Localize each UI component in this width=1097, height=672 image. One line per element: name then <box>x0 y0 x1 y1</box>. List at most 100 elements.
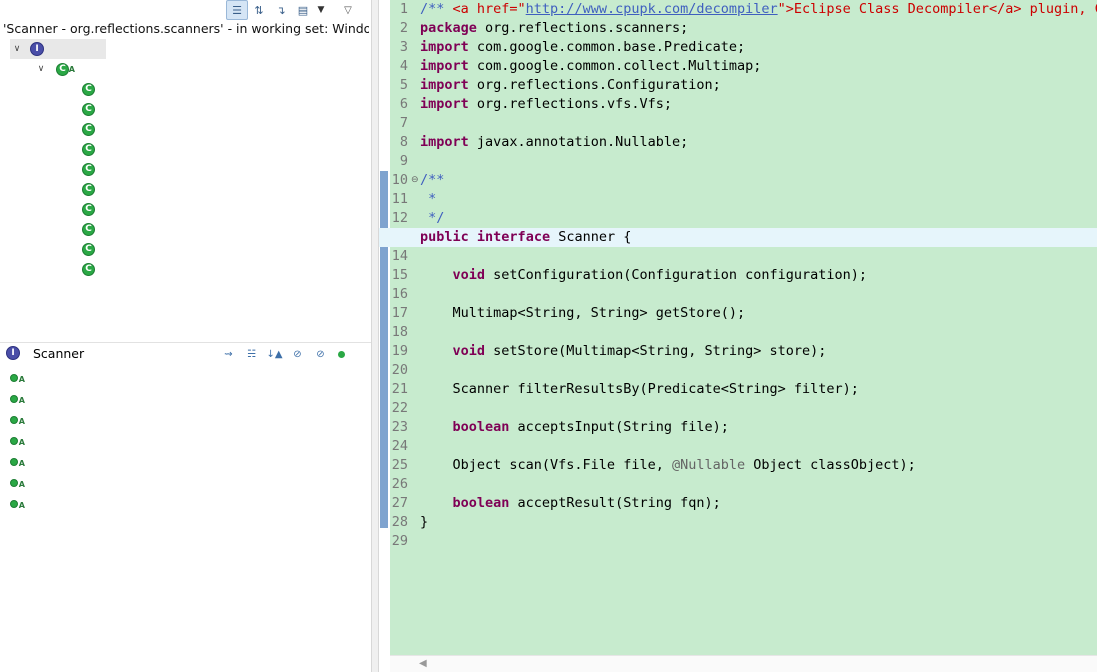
member-item[interactable]: A <box>10 367 31 388</box>
tree-item-class[interactable]: C <box>82 79 107 99</box>
member-item[interactable]: A <box>10 451 31 472</box>
code-token: javax.annotation.Nullable; <box>476 134 689 150</box>
type-hierarchy-icon[interactable]: ☰ <box>226 0 248 20</box>
line-number: 24 <box>391 438 408 454</box>
code-token: Object scan(Vfs.File file, <box>420 457 672 473</box>
sort-members-icon[interactable]: ↓▲ <box>263 344 286 364</box>
code-token: * <box>420 191 437 207</box>
scroll-left-icon[interactable]: ◀ <box>419 658 427 669</box>
code-line[interactable]: import javax.annotation.Nullable; <box>420 133 688 152</box>
tree-item-class[interactable]: C <box>82 199 107 219</box>
line-number: 19 <box>391 343 408 359</box>
code-token: acceptsInput(String file); <box>509 419 729 435</box>
member-item[interactable]: A <box>10 388 31 409</box>
tree-item-class[interactable]: C <box>82 219 107 239</box>
panel-splitter[interactable] <box>371 0 379 672</box>
public-method-icon: A <box>10 415 25 426</box>
line-number: 11 <box>391 191 408 207</box>
code-token: import <box>420 39 477 55</box>
public-method-icon: A <box>10 394 25 405</box>
code-line[interactable]: /** <a href="http://www.cpupk.com/decomp… <box>420 0 1097 19</box>
history-list-icon[interactable]: ▤ <box>292 0 314 20</box>
member-item[interactable]: A <box>10 430 31 451</box>
line-number: 16 <box>391 286 408 302</box>
line-number: 26 <box>391 476 408 492</box>
hierarchy-title: 'Scanner - org.reflections.scanners' - i… <box>3 21 369 36</box>
collapse-icon[interactable]: ∨ <box>10 39 24 59</box>
overview-ruler <box>379 0 390 672</box>
code-token: void <box>452 267 486 283</box>
hide-nonpublic-icon[interactable] <box>338 350 345 358</box>
code-line[interactable]: boolean acceptsInput(String file); <box>420 418 729 437</box>
line-number: 27 <box>391 495 408 511</box>
line-number: 10 <box>391 172 408 188</box>
code-line[interactable]: Object scan(Vfs.File file, @Nullable Obj… <box>420 456 916 475</box>
members-title: Scanner <box>33 346 85 361</box>
code-line[interactable]: */ <box>420 209 444 228</box>
code-line[interactable]: /** <box>420 171 444 190</box>
member-item[interactable]: A <box>10 409 31 430</box>
line-number: 22 <box>391 400 408 416</box>
code-line[interactable]: * <box>420 190 436 209</box>
code-line[interactable]: Multimap<String, String> getStore(); <box>420 304 746 323</box>
tree-item-class[interactable]: C <box>82 179 107 199</box>
class-icon: C <box>82 182 95 196</box>
public-method-icon: A <box>10 373 25 384</box>
code-line[interactable]: } <box>420 513 428 532</box>
members-header: I Scanner ⇝ ☵ ↓▲ ⊘ ⊘ <box>0 342 371 364</box>
code-line[interactable]: void setStore(Multimap<String, String> s… <box>420 342 827 361</box>
code-line[interactable]: void setConfiguration(Configuration conf… <box>420 266 868 285</box>
tree-item-class[interactable]: C <box>82 159 107 179</box>
line-number: 17 <box>391 305 408 321</box>
code-line[interactable]: import com.google.common.base.Predicate; <box>420 38 745 57</box>
hide-static-icon[interactable]: ⊘ <box>309 344 332 364</box>
code-line[interactable]: package org.reflections.scanners; <box>420 19 688 38</box>
tree-item-abstract[interactable]: ∨ C A <box>34 59 81 79</box>
code-token: import <box>420 58 477 74</box>
line-number: 29 <box>391 533 408 549</box>
tree-item-class[interactable]: C <box>82 99 107 119</box>
subtype-hierarchy-icon[interactable]: ↴ <box>270 0 292 20</box>
supertype-hierarchy-icon[interactable]: ⇅ <box>248 0 270 20</box>
view-menu-icon[interactable]: ▽ <box>338 0 358 20</box>
hierarchy-toolbar: ☰ ⇅ ↴ ▤ ▼ ▽ <box>226 0 358 20</box>
code-line[interactable]: import org.reflections.Configuration; <box>420 76 721 95</box>
class-icon: C <box>82 122 95 136</box>
code-token: com.google.common.base.Predicate; <box>476 39 746 55</box>
collapse-icon[interactable]: ∨ <box>34 59 48 79</box>
dropdown-arrow-icon[interactable]: ▼ <box>314 0 328 20</box>
code-token: <a href=" <box>452 1 526 17</box>
class-icon: C <box>82 102 95 116</box>
show-inherited-icon[interactable]: ☵ <box>240 344 263 364</box>
code-line[interactable]: boolean acceptResult(String fqn); <box>420 494 721 513</box>
code-token: org.reflections.vfs.Vfs; <box>476 96 672 112</box>
code-area[interactable]: /** <a href="http://www.cpupk.com/decomp… <box>379 0 1097 655</box>
left-panel: ☰ ⇅ ↴ ▤ ▼ ▽ 'Scanner - org.reflections.s… <box>0 0 371 672</box>
hide-fields-icon[interactable]: ⊘ <box>286 344 309 364</box>
code-line[interactable]: public interface Scanner { <box>420 228 631 247</box>
class-icon: C <box>82 202 95 216</box>
code-token: acceptResult(String fqn); <box>509 495 721 511</box>
class-icon: C <box>82 82 95 96</box>
member-item[interactable]: A <box>10 493 31 514</box>
tree-item-class[interactable]: C <box>82 239 107 259</box>
tree-item-class[interactable]: C <box>82 119 107 139</box>
public-method-icon: A <box>10 478 25 489</box>
code-line[interactable]: import com.google.common.collect.Multima… <box>420 57 761 76</box>
fold-toggle-icon[interactable]: ⊖ <box>411 171 419 190</box>
code-token: } <box>420 514 429 530</box>
tree-item-root[interactable]: ∨ I <box>10 39 106 59</box>
code-token: org.reflections.scanners; <box>485 20 689 36</box>
line-number: 7 <box>399 115 408 131</box>
tree-item-class[interactable]: C <box>82 139 107 159</box>
code-editor[interactable]: 1234567891011121314151617181920212223242… <box>379 0 1097 672</box>
member-item[interactable]: A <box>10 472 31 493</box>
class-icon: C <box>82 162 95 176</box>
code-line[interactable]: import org.reflections.vfs.Vfs; <box>420 95 672 114</box>
lock-view-icon[interactable]: ⇝ <box>217 344 240 364</box>
code-line[interactable]: Scanner filterResultsBy(Predicate<String… <box>420 380 859 399</box>
interface-icon: I <box>6 346 20 360</box>
tree-item-class[interactable]: C <box>82 259 107 279</box>
line-number: 14 <box>391 248 408 264</box>
horizontal-scrollbar[interactable]: ◀ <box>390 655 1097 672</box>
